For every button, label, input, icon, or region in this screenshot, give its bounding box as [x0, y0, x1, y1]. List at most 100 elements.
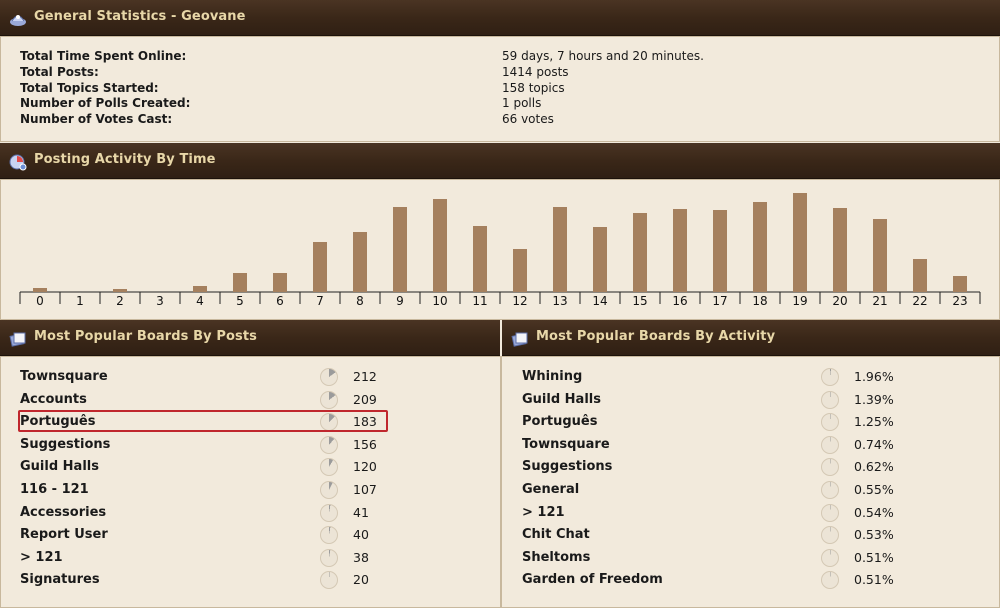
board-value: 1.96%	[854, 369, 894, 384]
stat-label: Number of Polls Created:	[20, 96, 191, 111]
hour-label: 1	[76, 294, 84, 308]
board-link[interactable]: > 121	[522, 502, 565, 524]
activity-title: Posting Activity By Time	[34, 152, 216, 167]
board-link[interactable]: Townsquare	[522, 434, 610, 456]
activity-bar	[673, 209, 687, 292]
hour-label: 6	[276, 294, 284, 308]
board-link[interactable]: Suggestions	[522, 456, 612, 478]
share-pie-icon	[821, 481, 839, 499]
hour-label: 22	[912, 294, 927, 308]
boards-posts-title: Most Popular Boards By Posts	[34, 329, 257, 344]
stats-icon	[10, 15, 26, 26]
activity-header: Posting Activity By Time	[0, 143, 1000, 179]
boards-activity-header: Most Popular Boards By Activity	[502, 320, 1000, 356]
board-link[interactable]: > 121	[20, 547, 63, 569]
board-value: 40	[353, 527, 369, 543]
share-pie-icon	[320, 435, 338, 454]
hour-label: 13	[552, 294, 567, 308]
general-stats-header: General Statistics - Geovane	[0, 0, 1000, 36]
board-link[interactable]: Townsquare	[20, 366, 108, 388]
boards-icon	[511, 332, 528, 347]
hour-label: 0	[36, 294, 44, 308]
hour-label: 15	[632, 294, 647, 308]
hour-label: 14	[592, 294, 607, 308]
hour-label: 5	[236, 294, 244, 308]
hour-label: 2	[116, 294, 124, 308]
board-link[interactable]: Chit Chat	[522, 524, 590, 546]
board-link[interactable]: Guild Halls	[522, 389, 601, 411]
board-value: 156	[353, 436, 377, 452]
board-link[interactable]: Accessories	[20, 502, 106, 524]
board-value: 1.25%	[854, 414, 894, 430]
hour-label: 17	[712, 294, 727, 308]
board-value: 0.51%	[854, 549, 894, 565]
board-value: 1.39%	[854, 391, 894, 407]
hour-label: 11	[472, 294, 487, 308]
hour-label: 12	[512, 294, 527, 308]
board-value: 0.62%	[854, 459, 894, 475]
board-value: 0.54%	[854, 504, 894, 520]
activity-bar	[33, 288, 47, 292]
hour-label: 23	[952, 294, 967, 308]
share-pie-icon	[320, 368, 338, 386]
board-link[interactable]: Sheltoms	[522, 547, 590, 569]
activity-chart: 0 1 2 3 4 5 6 7 8 9 10 11 12 13 14 15 16 17 18 19 20 21 22 23	[19, 193, 981, 308]
board-value: 0.74%	[854, 436, 894, 452]
board-value: 0.51%	[854, 572, 894, 588]
hour-label: 19	[792, 294, 807, 308]
activity-bar	[713, 210, 727, 292]
activity-bar	[273, 273, 287, 292]
activity-bar	[393, 207, 407, 292]
boards-activity-title: Most Popular Boards By Activity	[536, 329, 776, 344]
highlight-box	[18, 410, 388, 432]
hour-label: 18	[752, 294, 767, 308]
stat-value: 1 polls	[502, 96, 542, 111]
board-link[interactable]: Whining	[522, 366, 582, 388]
board-link[interactable]: 116 - 121	[20, 479, 89, 501]
hour-label: 9	[396, 294, 404, 308]
board-value: 209	[353, 391, 377, 407]
share-pie-icon	[320, 481, 338, 499]
board-value: 38	[353, 549, 369, 565]
hour-label: 7	[316, 294, 324, 308]
board-value: 107	[353, 482, 377, 497]
share-pie-icon	[821, 548, 839, 567]
general-stats-title: General Statistics - Geovane	[34, 9, 246, 24]
board-value: 20	[353, 572, 369, 588]
share-pie-icon	[320, 548, 338, 567]
board-link[interactable]: Accounts	[20, 389, 87, 411]
stat-value: 59 days, 7 hours and 20 minutes.	[502, 49, 704, 63]
share-pie-icon	[320, 503, 338, 522]
stat-value: 158 topics	[502, 80, 565, 95]
stat-label: Total Posts:	[20, 64, 99, 79]
stat-value: 66 votes	[502, 112, 554, 127]
board-value: 212	[353, 369, 377, 384]
board-link[interactable]: Suggestions	[20, 434, 110, 456]
share-pie-icon	[320, 390, 338, 409]
clock-chart-icon	[9, 154, 27, 171]
boards-posts-header: Most Popular Boards By Posts	[0, 320, 500, 356]
board-link[interactable]: General	[522, 479, 579, 501]
board-link[interactable]: Português	[522, 411, 597, 433]
activity-bar	[553, 207, 567, 292]
activity-bar	[313, 242, 327, 292]
share-pie-icon	[821, 368, 839, 386]
activity-bar	[873, 219, 887, 292]
hour-label: 10	[432, 294, 447, 308]
share-pie-icon	[821, 435, 839, 454]
board-link[interactable]: Garden of Freedom	[522, 569, 663, 591]
board-link[interactable]: Report User	[20, 524, 108, 546]
stat-label: Total Topics Started:	[20, 80, 159, 95]
activity-bar	[793, 193, 807, 292]
activity-bar	[433, 199, 447, 292]
activity-bar	[353, 232, 367, 292]
board-link[interactable]: Guild Halls	[20, 456, 99, 478]
activity-bar	[113, 289, 127, 292]
hour-label: 8	[356, 294, 364, 308]
activity-bar	[833, 208, 847, 292]
board-value: 120	[353, 459, 377, 475]
activity-bar	[513, 249, 527, 292]
activity-bar	[193, 286, 207, 292]
hour-label: 20	[832, 294, 847, 308]
board-link[interactable]: Signatures	[20, 569, 100, 591]
